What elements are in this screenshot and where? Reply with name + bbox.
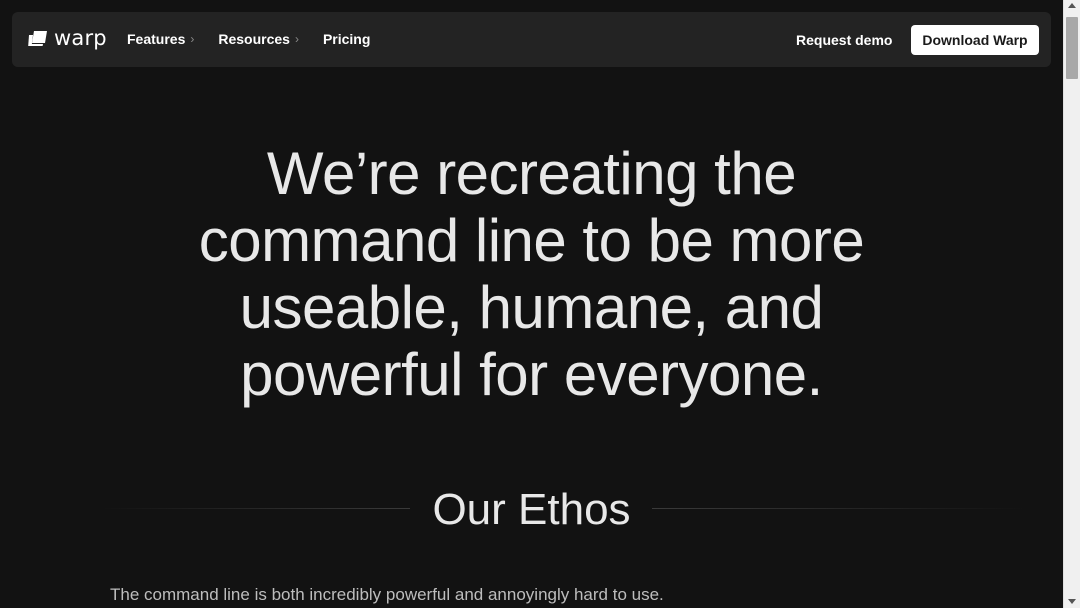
arrow-down-icon[interactable] <box>1068 599 1076 604</box>
chevron-right-icon: › <box>190 32 195 46</box>
nav-item-resources[interactable]: Resources › <box>218 31 299 47</box>
section-title: Our Ethos <box>432 485 631 534</box>
hero-line: powerful for everyone. <box>240 341 823 408</box>
hero-line: command line to be more <box>198 207 865 274</box>
nav-item-features[interactable]: Features › <box>127 31 194 47</box>
nav-item-label: Pricing <box>322 31 371 47</box>
ethos-paragraph: The command line is both incredibly powe… <box>110 585 664 604</box>
arrow-up-icon[interactable] <box>1068 3 1076 8</box>
hero-heading: We’re recreating the command line to be … <box>0 140 1063 408</box>
logo-text: warp <box>54 26 107 50</box>
nav-item-label: Features <box>127 31 186 47</box>
request-demo-link[interactable]: Request demo <box>796 32 892 48</box>
warp-homepage: warp Features › Resources › Pricing Requ… <box>0 0 1080 608</box>
download-warp-button[interactable]: Download Warp <box>911 25 1039 55</box>
top-navbar: warp Features › Resources › Pricing Requ… <box>12 12 1051 67</box>
nav-item-pricing[interactable]: Pricing <box>323 31 370 47</box>
hero-line: We’re recreating the <box>266 140 797 207</box>
nav-item-label: Resources <box>218 31 290 47</box>
nav-links: Features › Resources › Pricing <box>127 31 370 47</box>
hero-line: useable, humane, and <box>239 274 824 341</box>
chevron-right-icon: › <box>294 32 299 46</box>
warp-logo[interactable]: warp <box>28 26 107 50</box>
vertical-scrollbar[interactable] <box>1063 0 1080 608</box>
scrollbar-thumb[interactable] <box>1066 17 1078 79</box>
warp-logo-icon <box>28 31 47 46</box>
